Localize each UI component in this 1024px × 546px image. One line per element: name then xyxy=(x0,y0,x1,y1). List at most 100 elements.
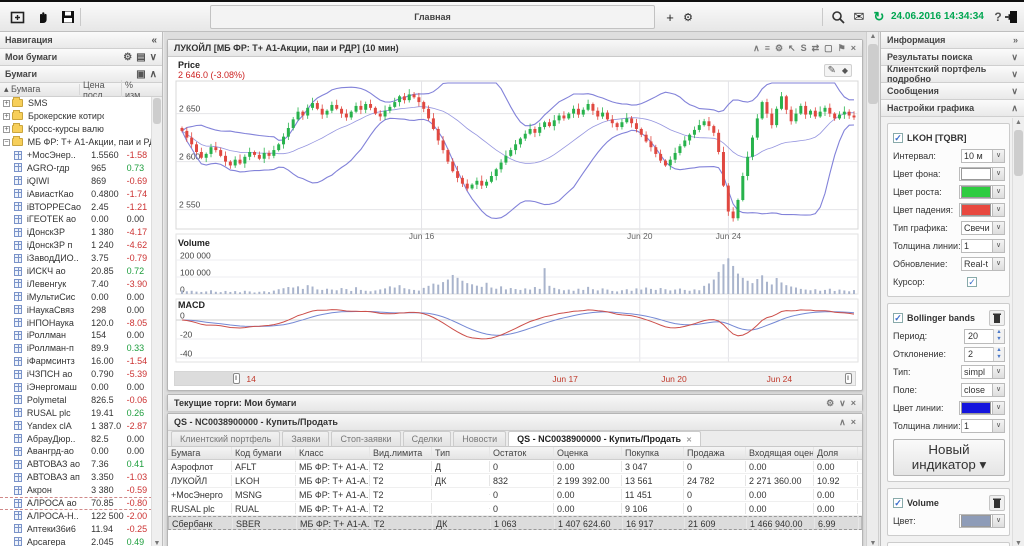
instrument-row[interactable]: iQIWI869-0.69 xyxy=(0,174,152,187)
interval-select[interactable]: 10 м∨ xyxy=(961,149,1005,163)
new-window-icon[interactable] xyxy=(8,7,28,27)
tab-main[interactable]: Главная xyxy=(210,5,655,29)
scrollbar-thumb[interactable] xyxy=(868,44,878,104)
expand-icon[interactable]: + xyxy=(3,100,10,107)
collapse-icon[interactable]: − xyxy=(3,139,10,146)
exit-icon[interactable] xyxy=(1001,7,1021,27)
search-icon[interactable] xyxy=(828,7,848,27)
chevron-down-icon[interactable]: ∨ xyxy=(839,398,846,409)
gear-icon[interactable]: ⚙ xyxy=(123,52,132,63)
tree-folder[interactable]: +SMS xyxy=(0,97,152,110)
instrument-row[interactable]: iИСКЧ ао20.850.72 xyxy=(0,265,152,278)
section-Клиентский портфель подробно[interactable]: Клиентский портфель подробно∨ xyxy=(881,66,1024,83)
instrument-checkbox[interactable]: ✓ xyxy=(893,133,903,143)
workspace-scrollbar[interactable]: ▲ ▼ xyxy=(866,32,879,546)
trade-tab[interactable]: QS - NC0038900000 - Купить/Продать✕ xyxy=(508,431,701,446)
new-indicator-button[interactable]: Новый индикатор ▾ xyxy=(893,439,1005,476)
trade-tab[interactable]: Сделки xyxy=(403,431,452,446)
trash-icon[interactable] xyxy=(989,310,1005,326)
instrument-row[interactable]: iЛевенгук7.40-3.90 xyxy=(0,277,152,290)
deviation-stepper[interactable]: 2▲▼ xyxy=(964,347,1005,362)
my-papers-header[interactable]: Мои бумаги ⚙ ▤ ∨ xyxy=(0,49,162,66)
refresh-icon[interactable]: ↻ xyxy=(869,7,889,27)
hand-tool-icon[interactable] xyxy=(33,7,53,27)
table-row[interactable]: +МосЭнергоMSNGМБ ФР: Т+ А1-А..Т200.0011 … xyxy=(168,488,862,502)
bg-color-select[interactable]: ∨ xyxy=(959,167,1005,181)
chart-window-titlebar[interactable]: ЛУКОЙЛ [МБ ФР: Т+ А1-Акции, паи и РДР] (… xyxy=(168,40,862,57)
section-Сообщения[interactable]: Сообщения∨ xyxy=(881,83,1024,100)
navigator-handle[interactable]: ‖ xyxy=(233,373,240,384)
section-Информация[interactable]: Информация» xyxy=(881,32,1024,49)
close-icon[interactable]: × xyxy=(851,417,856,427)
popout-icon[interactable]: ▢ xyxy=(824,43,833,53)
instrument-row[interactable]: Аптеки36и611.94-0.25 xyxy=(0,522,152,535)
table-row[interactable]: ЛУКОЙЛLKOHМБ ФР: Т+ А1-А..Т2ДК8322 199 3… xyxy=(168,474,862,488)
chart-navigator[interactable]: 14Jun 17Jun 20Jun 24‖‖ xyxy=(174,371,856,386)
table-row[interactable]: АэрофлотAFLTМБ ФР: Т+ А1-А..Т2Д00.003 04… xyxy=(168,460,862,474)
tree-folder[interactable]: +Кросс-курсы валют xyxy=(0,123,152,136)
section-Настройки графика[interactable]: Настройки графика∧ xyxy=(881,100,1024,117)
chevron-icon[interactable]: ∨ xyxy=(1011,86,1018,97)
expand-icon[interactable]: + xyxy=(3,113,10,120)
add-document-icon[interactable]: ▣ xyxy=(136,69,145,80)
table-row[interactable]: RUSAL plcRUALМБ ФР: Т+ А1-А..Т200.009 10… xyxy=(168,502,862,516)
settings-scrollbar[interactable]: ▲ ▼ xyxy=(1012,118,1024,546)
tree-column-header[interactable]: ▴ Бумага Цена посл % изм. xyxy=(0,83,162,97)
instrument-row[interactable]: iДонскЗР п1 240-4.62 xyxy=(0,239,152,252)
settings-icon[interactable]: ⚙ xyxy=(775,43,783,53)
table-row[interactable]: СбербанкSBERМБ ФР: Т+ А1-А..Т2ДК1 0631 4… xyxy=(168,516,862,530)
instrument-row[interactable]: Арсагера2.0450.49 xyxy=(0,535,152,546)
instrument-row[interactable]: iВТОРРЕСао2.45-1.21 xyxy=(0,200,152,213)
close-icon[interactable]: × xyxy=(851,43,856,53)
mail-icon[interactable]: ✉ xyxy=(849,7,869,27)
add-tab-button[interactable]: + xyxy=(660,7,680,27)
down-color-select[interactable]: ∨ xyxy=(959,203,1005,217)
instrument-row[interactable]: iЧЗПСН ао0.790-5.39 xyxy=(0,368,152,381)
pointer-icon[interactable]: ↖ xyxy=(788,43,796,53)
table-header[interactable]: БумагаКод бумагиКлассВид.лимитаТипОстато… xyxy=(168,447,862,460)
navigator-handle[interactable]: ‖ xyxy=(845,373,852,384)
instrument-row[interactable]: АЛРОСА-Н..122 500-2.00 xyxy=(0,510,152,523)
scroll-down-icon[interactable]: ▼ xyxy=(152,540,162,546)
chevron-icon[interactable]: ∧ xyxy=(1011,103,1018,114)
expand-icon[interactable]: + xyxy=(3,126,10,133)
trade-tab[interactable]: Клиентский портфель xyxy=(171,431,280,446)
instrument-row[interactable]: iАвиастКао0.4800-1.74 xyxy=(0,187,152,200)
tree-folder[interactable]: +Брокерские котировки xyxy=(0,110,152,123)
instrument-row[interactable]: iНаукаСвяз2980.00 xyxy=(0,303,152,316)
instrument-row[interactable]: Авангрд-ао0.000.00 xyxy=(0,445,152,458)
instrument-row[interactable]: АВТОВАЗ ап3.350-1.03 xyxy=(0,471,152,484)
instrument-row[interactable]: iРоллман-п89.90.33 xyxy=(0,342,152,355)
tree-folder-open[interactable]: −МБ ФР: Т+ А1-Акции, паи и РДР xyxy=(0,136,152,149)
save-icon[interactable] xyxy=(58,7,78,27)
instrument-tree[interactable]: +SMS+Брокерские котировки+Кросс-курсы ва… xyxy=(0,97,152,546)
collapse-left-icon[interactable]: « xyxy=(151,35,157,46)
trade-tab[interactable]: Заявки xyxy=(282,431,329,446)
eraser-icon[interactable]: ◆ xyxy=(842,66,848,75)
close-tab-icon[interactable]: ✕ xyxy=(686,437,692,444)
chart-type-select[interactable]: Свечи∨ xyxy=(961,221,1005,235)
scroll-down-icon[interactable]: ▼ xyxy=(867,540,879,546)
document-icon[interactable]: ▤ xyxy=(136,52,145,63)
chevron-down-icon[interactable]: ∨ xyxy=(150,52,157,63)
trade-tab[interactable]: Стоп-заявки xyxy=(331,431,400,446)
line-color-select[interactable]: ∨ xyxy=(959,401,1005,415)
instrument-row[interactable]: iГЕОТЕК ао0.000.00 xyxy=(0,213,152,226)
menu-icon[interactable]: ≡ xyxy=(765,43,770,53)
scroll-down-icon[interactable]: ▼ xyxy=(1013,540,1024,546)
navigation-header[interactable]: Навигация « xyxy=(0,32,162,49)
collapse-icon[interactable]: ∧ xyxy=(753,43,760,53)
instrument-row[interactable]: iНПОНаука120.0-8.05 xyxy=(0,316,152,329)
scrollbar-thumb[interactable] xyxy=(153,98,161,124)
trade-tab[interactable]: Новости xyxy=(453,431,506,446)
period-stepper[interactable]: 20▲▼ xyxy=(964,329,1005,344)
close-icon[interactable]: × xyxy=(851,398,856,408)
scroll-up-icon[interactable]: ▲ xyxy=(867,33,879,40)
instrument-row[interactable]: iЗаводДИО..3.75-0.79 xyxy=(0,252,152,265)
bollinger-checkbox[interactable]: ✓ xyxy=(893,313,903,323)
chevron-icon[interactable]: ∨ xyxy=(1011,52,1018,63)
bollinger-width-select[interactable]: 1∨ xyxy=(961,419,1005,433)
trash-icon[interactable] xyxy=(989,495,1005,511)
pencil-icon[interactable]: ✎ xyxy=(828,65,836,76)
instrument-row[interactable]: Yandex clA1 387.0-2.87 xyxy=(0,419,152,432)
